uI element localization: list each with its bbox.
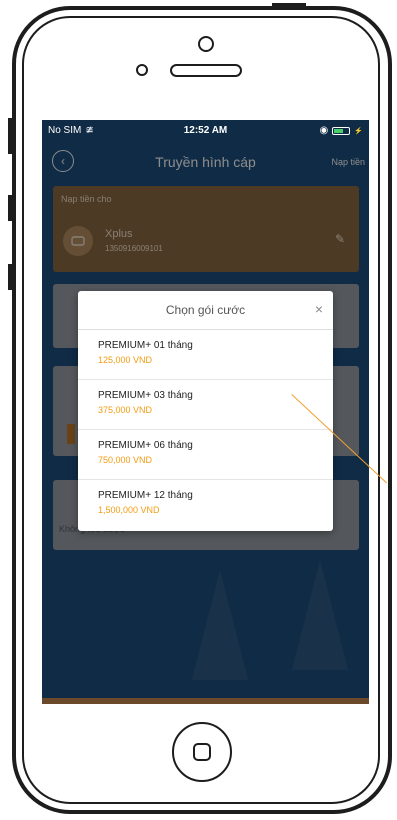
package-name: PREMIUM+ 01 tháng bbox=[98, 340, 193, 351]
package-picker-modal: Chọn gói cước × PREMIUM+ 01 tháng 125,00… bbox=[78, 291, 333, 531]
battery-icon bbox=[332, 126, 351, 135]
status-bar: No SIM ≇ 12:52 AM ◉ ⚡ bbox=[42, 120, 369, 142]
home-square-icon bbox=[193, 743, 211, 761]
home-button[interactable] bbox=[172, 722, 232, 782]
package-name: PREMIUM+ 06 tháng bbox=[98, 440, 193, 451]
package-price: 1,500,000 VND bbox=[98, 505, 160, 515]
package-price: 375,000 VND bbox=[98, 405, 153, 415]
earpiece-speaker-icon bbox=[170, 64, 242, 77]
package-option-1[interactable]: PREMIUM+ 01 tháng 125,000 VND bbox=[78, 330, 333, 380]
charging-icon: ⚡ bbox=[354, 127, 363, 135]
proximity-sensor-icon bbox=[136, 64, 148, 76]
package-list: PREMIUM+ 01 tháng 125,000 VND PREMIUM+ 0… bbox=[78, 330, 333, 530]
package-option-6[interactable]: PREMIUM+ 06 tháng 750,000 VND bbox=[78, 430, 333, 480]
package-name: PREMIUM+ 12 tháng bbox=[98, 490, 193, 501]
package-price: 750,000 VND bbox=[98, 455, 153, 465]
package-price: 125,000 VND bbox=[98, 355, 153, 365]
alarm-icon: ◉ bbox=[319, 125, 329, 136]
modal-header: Chọn gói cước × bbox=[78, 291, 333, 330]
close-icon[interactable]: × bbox=[315, 301, 323, 317]
phone-mockup-canvas: No SIM ≇ 12:52 AM ◉ ⚡ ‹ Truyền hình cáp … bbox=[0, 0, 397, 820]
modal-title: Chọn gói cước bbox=[165, 303, 246, 317]
package-option-3[interactable]: PREMIUM+ 03 tháng 375,000 VND bbox=[78, 380, 333, 430]
package-name: PREMIUM+ 03 tháng bbox=[98, 390, 193, 401]
front-camera-icon bbox=[198, 36, 214, 52]
battery-level bbox=[334, 128, 344, 133]
package-option-12[interactable]: PREMIUM+ 12 tháng 1,500,000 VND bbox=[78, 480, 333, 530]
bottom-strip bbox=[42, 698, 369, 704]
status-right: ◉ ⚡ bbox=[320, 125, 363, 136]
